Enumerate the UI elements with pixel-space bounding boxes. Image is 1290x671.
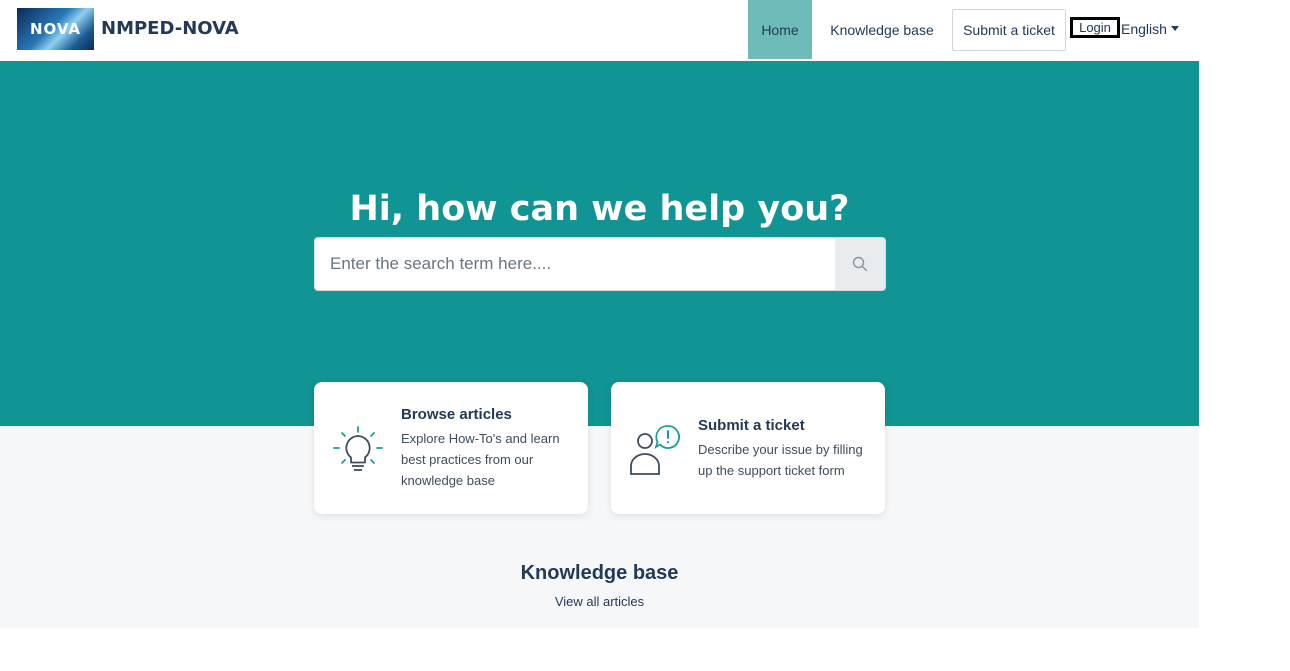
language-label: English	[1121, 21, 1167, 37]
card-description: Describe your issue by filling up the su…	[698, 442, 863, 478]
nav-home[interactable]: Home	[748, 0, 812, 59]
top-navbar: NOVA NMPED-NOVA Home Knowledge base Subm…	[0, 0, 1199, 61]
user-alert-icon	[630, 425, 680, 475]
search-input[interactable]	[315, 238, 835, 290]
nova-logo[interactable]: NOVA	[17, 8, 94, 50]
view-all-articles-link[interactable]: View all articles	[0, 594, 1199, 609]
nav-login[interactable]: Login	[1070, 17, 1120, 38]
caret-down-icon	[1170, 26, 1179, 31]
lightbulb-icon	[333, 426, 383, 471]
nav-submit-ticket-button[interactable]: Submit a ticket	[952, 9, 1066, 51]
search-button[interactable]	[835, 238, 885, 290]
search-bar	[314, 237, 886, 291]
browse-articles-card[interactable]: Browse articles Explore How-To's and lea…	[314, 382, 588, 514]
brand-name[interactable]: NMPED-NOVA	[101, 18, 239, 39]
language-dropdown[interactable]: English	[1121, 21, 1179, 37]
page: NOVA NMPED-NOVA Home Knowledge base Subm…	[0, 0, 1199, 628]
card-description: Explore How-To's and learn best practice…	[401, 431, 560, 488]
nav-knowledge-base[interactable]: Knowledge base	[822, 0, 942, 59]
submit-ticket-card[interactable]: Submit a ticket Describe your issue by f…	[611, 382, 885, 514]
card-title: Submit a ticket	[698, 417, 805, 434]
search-icon	[852, 256, 868, 272]
logo-text: NOVA	[29, 20, 82, 38]
knowledge-base-heading: Knowledge base	[520, 562, 679, 584]
card-title: Browse articles	[401, 406, 512, 423]
hero-banner: Hi, how can we help you?	[0, 61, 1199, 426]
hero-title: Hi, how can we help you?	[349, 189, 850, 229]
